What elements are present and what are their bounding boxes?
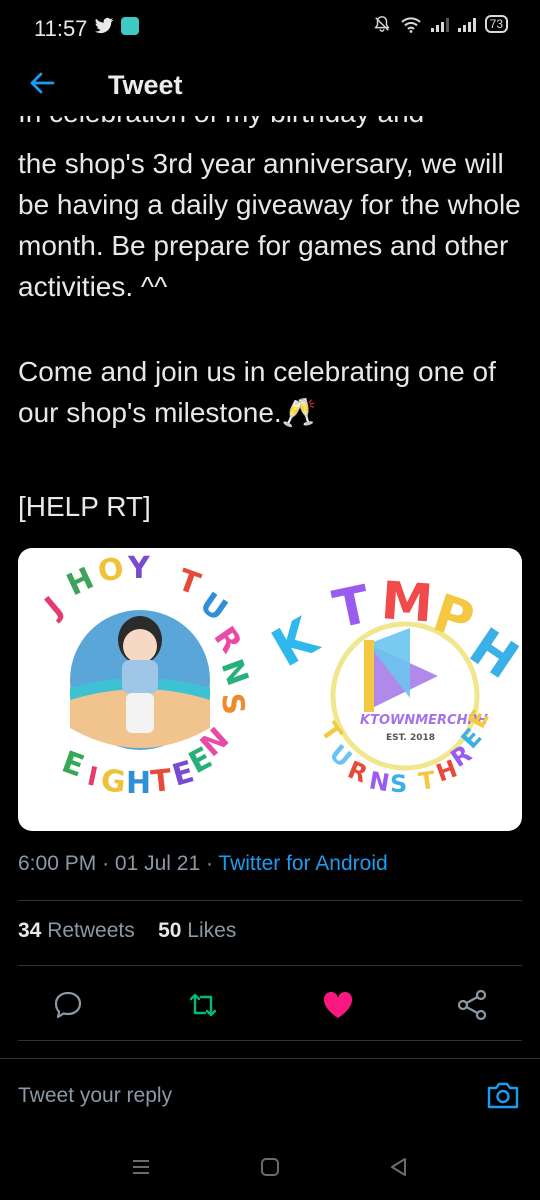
- status-icons: 73: [373, 15, 508, 33]
- svg-text:I: I: [85, 762, 101, 793]
- svg-text:S: S: [390, 770, 407, 798]
- tweet-partial-line: In celebration of my birthday and: [18, 116, 528, 133]
- status-time: 11:57: [34, 16, 88, 41]
- camera-icon[interactable]: [486, 1079, 520, 1111]
- retweet-icon[interactable]: [185, 987, 221, 1023]
- likes-stat[interactable]: 50 Likes: [158, 919, 236, 942]
- svg-text:EST. 2018: EST. 2018: [386, 733, 435, 743]
- tweet-actions: [0, 965, 540, 1040]
- tweet-date: 01 Jul 21: [114, 852, 201, 875]
- tweet-image[interactable]: J H O Y T U R N S E I G H T E E N K T M …: [18, 548, 522, 831]
- svg-text:J: J: [37, 590, 70, 625]
- tweet-paragraph-3: [HELP RT]: [18, 491, 151, 522]
- reply-bar: Tweet your reply: [0, 1058, 540, 1139]
- reply-input[interactable]: Tweet your reply: [18, 1084, 172, 1108]
- app-notification-icon: [121, 17, 139, 35]
- recents-menu-icon[interactable]: [131, 1158, 151, 1176]
- battery-icon: 73: [484, 15, 508, 33]
- tweet-time: 6:00 PM: [18, 852, 97, 875]
- svg-text:S: S: [214, 692, 251, 717]
- svg-text:H: H: [126, 766, 151, 801]
- tweet-paragraph-1: the shop's 3rd year anniversary, we will…: [18, 148, 521, 302]
- system-nav-bar: [0, 1138, 540, 1200]
- divider: [18, 1040, 522, 1041]
- anniversary-artwork: J H O Y T U R N S E I G H T E E N K T M …: [37, 551, 522, 801]
- tweet-stats: 34 Retweets 50 Likes: [18, 919, 236, 943]
- home-square-icon[interactable]: [260, 1157, 280, 1177]
- top-bar: Tweet: [0, 56, 540, 116]
- signal-icon-2: [457, 16, 476, 32]
- svg-text:G: G: [99, 763, 127, 800]
- wifi-icon: [400, 17, 421, 33]
- svg-text:M: M: [379, 571, 435, 634]
- page-title: Tweet: [108, 70, 183, 100]
- mute-bell-icon: [373, 16, 390, 32]
- tweet-meta: 6:00 PM · 01 Jul 21 · Twitter for Androi…: [18, 852, 388, 875]
- svg-text:H: H: [62, 561, 100, 603]
- like-heart-icon[interactable]: [320, 987, 356, 1023]
- share-icon[interactable]: [454, 987, 490, 1023]
- svg-text:T: T: [173, 563, 205, 603]
- tweet-paragraph-2: Come and join us in celebrating one of o…: [18, 356, 496, 428]
- twitter-bird-icon: [94, 17, 114, 34]
- svg-text:U: U: [193, 586, 233, 629]
- svg-text:P: P: [426, 583, 481, 652]
- status-bar: 11:57 73: [0, 0, 540, 56]
- tweet-text: In celebration of my birthday and the sh…: [0, 116, 540, 530]
- reply-icon[interactable]: [50, 987, 86, 1023]
- signal-icon-1: [430, 16, 449, 32]
- back-arrow-icon[interactable]: [27, 68, 57, 98]
- svg-text:T: T: [417, 766, 438, 796]
- back-triangle-icon[interactable]: [388, 1156, 408, 1178]
- divider: [18, 900, 522, 901]
- svg-text:Y: Y: [127, 551, 151, 586]
- svg-text:T: T: [328, 575, 376, 641]
- svg-text:N: N: [213, 655, 254, 691]
- svg-text:N: N: [367, 766, 392, 797]
- svg-text:O: O: [95, 551, 126, 590]
- retweets-stat[interactable]: 34 Retweets: [18, 919, 135, 942]
- tweet-source-link[interactable]: Twitter for Android: [218, 852, 387, 875]
- svg-text:E: E: [57, 745, 88, 785]
- svg-text:K: K: [263, 606, 329, 679]
